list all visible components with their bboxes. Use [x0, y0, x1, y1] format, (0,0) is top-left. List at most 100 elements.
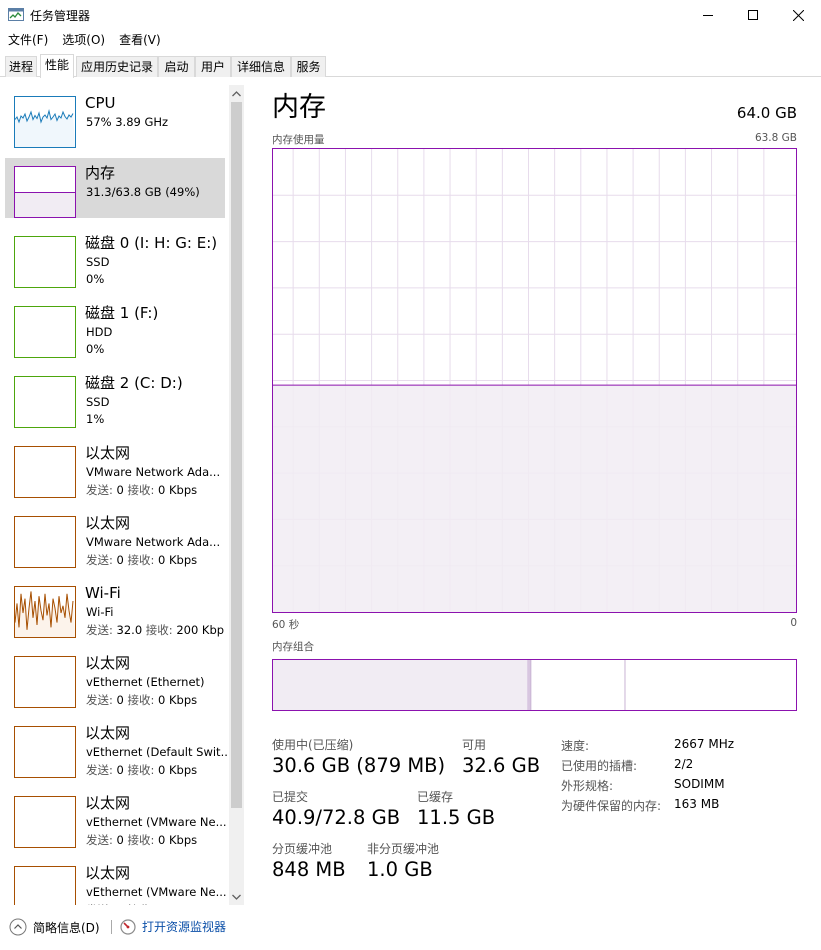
send-value: 0: [116, 483, 124, 497]
thumbnail-plot: [15, 109, 75, 147]
open-resource-monitor-label: 打开资源监视器: [142, 920, 227, 934]
usage-graph-max: 63.8 GB: [754, 132, 797, 144]
memory-thumb-fill: [15, 192, 75, 217]
send-value: 0: [116, 553, 124, 567]
minimize-button[interactable]: [685, 0, 731, 30]
sidebar-item-8[interactable]: 以太网 vEthernet (Ethernet) 发送: 0 接收: 0 Kbps: [5, 648, 225, 708]
sidebar-thumbnail-graph: [14, 796, 76, 848]
tab-services[interactable]: 服务: [291, 56, 326, 77]
tab-startup[interactable]: 启动: [158, 56, 195, 77]
sidebar-item-detail: VMware Network Ada...: [86, 535, 221, 549]
receive-label: 接收:: [127, 833, 155, 847]
fewer-details-label: 简略信息(D): [33, 920, 100, 935]
minimize-icon: [703, 15, 713, 16]
sidebar-item-value: 发送: 0 接收: 0 Kbps: [86, 692, 228, 708]
tab-details[interactable]: 详细信息: [231, 56, 291, 77]
receive-value: 200 Kbp: [176, 623, 225, 637]
sidebar-item-5[interactable]: 以太网 VMware Network Ada... 发送: 0 接收: 0 Kbps: [5, 438, 225, 498]
committed-value: 40.9/72.8 GB: [272, 806, 401, 829]
in-use-value: 30.6 GB (879 MB): [272, 754, 446, 777]
scroll-down-button[interactable]: [229, 888, 244, 905]
sidebar-item-11[interactable]: 以太网 vEthernet (VMware Ne... 发送: 0 接收: 0 Kb…: [5, 858, 227, 905]
sidebar-item-6[interactable]: 以太网 VMware Network Ada... 发送: 0 接收: 0 Kbps: [5, 508, 225, 568]
sidebar-thumbnail-graph: [14, 726, 76, 778]
composition-in-use: [273, 660, 528, 710]
spec-reserved-value: 163 MB: [674, 797, 720, 811]
menu-file[interactable]: 文件(F): [0, 30, 55, 50]
sidebar-item-value: 0%: [86, 342, 105, 356]
sidebar-item-detail: HDD: [86, 325, 113, 339]
sidebar-item-value: 0%: [86, 272, 105, 286]
menu-bar: 文件(F) 选项(O) 查看(V): [0, 30, 168, 50]
menu-options[interactable]: 选项(O): [55, 30, 112, 50]
sidebar-item-detail: vEthernet (VMware Ne...: [86, 815, 227, 829]
sidebar-item-1[interactable]: 内存 31.3/63.8 GB (49%): [5, 158, 225, 218]
menu-view[interactable]: 查看(V): [112, 30, 168, 50]
sidebar-item-name: Wi-Fi: [85, 584, 121, 602]
available-value: 32.6 GB: [462, 754, 541, 777]
send-label: 发送:: [86, 833, 113, 847]
sidebar-item-7[interactable]: Wi-Fi Wi-Fi 发送: 32.0 接收: 200 Kbp: [5, 578, 225, 638]
sidebar-item-4[interactable]: 磁盘 2 (C: D:) SSD 1%: [5, 368, 225, 428]
send-value: 0: [116, 833, 124, 847]
tab-processes[interactable]: 进程: [5, 56, 37, 77]
resource-monitor-icon: [120, 918, 136, 935]
usage-graph-label: 内存使用量: [272, 134, 325, 146]
sidebar-item-name: 以太网: [85, 444, 131, 462]
sidebar-item-detail: VMware Network Ada...: [86, 465, 221, 479]
sidebar-item-10[interactable]: 以太网 vEthernet (VMware Ne... 发送: 0 接收: 0 Kb…: [5, 788, 227, 848]
memory-composition-bar: [272, 659, 797, 711]
receive-value: 0 Kbps: [158, 833, 198, 847]
scroll-thumb[interactable]: [231, 102, 242, 808]
receive-value: 0 Kbps: [158, 483, 198, 497]
fewer-details-button[interactable]: 简略信息(D): [9, 918, 100, 936]
memory-usage-graph: [272, 148, 797, 613]
thumbnail-plot: [15, 797, 75, 847]
sidebar-item-detail: SSD: [86, 395, 110, 409]
paged-pool-value: 848 MB: [272, 858, 346, 881]
sidebar-thumbnail-graph: [14, 306, 76, 358]
open-resource-monitor-link[interactable]: 打开资源监视器: [120, 918, 226, 935]
spec-reserved-label: 为硬件保留的内存:: [561, 799, 662, 813]
receive-value: 0 Kbps: [158, 763, 198, 777]
maximize-button[interactable]: [730, 0, 776, 30]
sidebar-item-name: 以太网: [85, 864, 131, 882]
sidebar-item-3[interactable]: 磁盘 1 (F:) HDD 0%: [5, 298, 225, 358]
sidebar-item-name: 以太网: [85, 514, 131, 532]
spec-form-factor-label: 外形规格:: [561, 779, 614, 793]
thumbnail-plot: [15, 237, 75, 287]
receive-label: 接收:: [127, 483, 155, 497]
maximize-icon: [748, 10, 758, 20]
spec-slots-value: 2/2: [674, 757, 694, 771]
receive-value: 0 Kbps: [158, 693, 198, 707]
cached-label: 已缓存: [417, 790, 454, 804]
nonpaged-pool-label: 非分页缓冲池: [367, 842, 440, 856]
thumbnail-plot: [15, 447, 75, 497]
sidebar-item-2[interactable]: 磁盘 0 (I: H: G: E:) SSD 0%: [5, 228, 225, 288]
scroll-up-button[interactable]: [229, 85, 244, 102]
tab-users[interactable]: 用户: [195, 56, 231, 77]
thumbnail-plot: [15, 727, 75, 777]
nonpaged-pool-value: 1.0 GB: [367, 858, 433, 881]
tab-performance[interactable]: 性能: [40, 54, 74, 78]
receive-label: 接收:: [127, 763, 155, 777]
sidebar-item-0[interactable]: CPU 57% 3.89 GHz: [5, 88, 225, 148]
receive-label: 接收:: [145, 623, 173, 637]
sidebar-scrollbar[interactable]: [229, 85, 244, 905]
chevron-up-icon: [232, 90, 241, 96]
sidebar-item-name: 磁盘 2 (C: D:): [85, 374, 183, 392]
thumbnail-plot: [15, 307, 75, 357]
sidebar-item-name: 内存: [85, 164, 116, 182]
spec-slots-label: 已使用的插槽:: [561, 759, 638, 773]
send-label: 发送:: [86, 623, 113, 637]
memory-usage-area: [273, 385, 796, 612]
receive-value: 0 Kbps: [158, 903, 197, 905]
sidebar-item-value: 发送: 32.0 接收: 200 Kbp: [86, 622, 228, 638]
close-button[interactable]: [775, 0, 821, 30]
sidebar-item-detail: vEthernet (Ethernet): [86, 675, 205, 689]
sidebar-item-detail: vEthernet (Default Swit...: [86, 745, 228, 759]
spec-speed-value: 2667 MHz: [674, 737, 735, 751]
sidebar-item-9[interactable]: 以太网 vEthernet (Default Swit... 发送: 0 接收: 0…: [5, 718, 228, 778]
tab-app-history[interactable]: 应用历史记录: [76, 56, 158, 77]
tab-strip: 进程 性能 应用历史记录 启动 用户 详细信息 服务: [0, 54, 821, 78]
